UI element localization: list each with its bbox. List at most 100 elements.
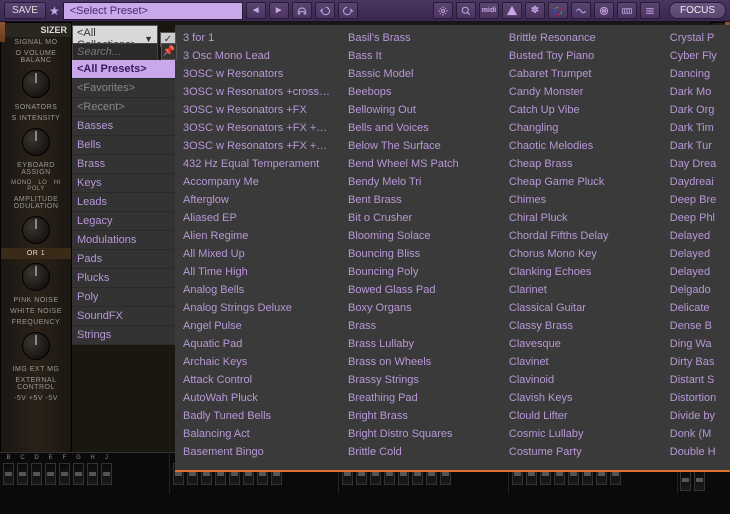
resonator-knob[interactable] [22,128,50,156]
preset-item[interactable]: Attack Control [175,371,340,389]
preset-item[interactable]: Ding Wa [662,335,730,353]
search-input[interactable] [72,43,158,61]
preset-item[interactable]: Clavish Keys [501,389,662,407]
preset-item[interactable]: Delayed [662,245,730,263]
preset-item[interactable]: Badly Tuned Bells [175,407,340,425]
preset-item[interactable]: Cyber Fly [662,47,730,65]
preset-item[interactable]: Bright Distro Squares [340,425,501,443]
preset-item[interactable]: Chaotic Melodies [501,137,662,155]
preset-item[interactable]: Delayed [662,227,730,245]
preset-item[interactable]: Below The Surface [340,137,501,155]
preset-item[interactable]: 3OSC w Resonators +FX [175,101,340,119]
category-item[interactable]: Poly [72,288,175,307]
preset-item[interactable]: Analog Strings Deluxe [175,299,340,317]
category-item[interactable]: Leads [72,193,175,212]
menu-icon[interactable] [640,2,660,19]
preset-item[interactable]: Breathing Pad [340,389,501,407]
preset-item[interactable]: Blooming Solace [340,227,501,245]
redo-icon[interactable] [338,2,358,19]
preset-item[interactable]: 3 for 1 [175,29,340,47]
preset-item[interactable]: Cabaret Trumpet [501,65,662,83]
preset-item[interactable]: Deep Bre [662,191,730,209]
patch-fader[interactable] [31,463,42,485]
preset-item[interactable]: Cheap Game Pluck [501,173,662,191]
preset-item[interactable]: Dirty Bas [662,353,730,371]
preset-item[interactable]: Bassic Model [340,65,501,83]
preset-item[interactable]: Chorus Mono Key [501,245,662,263]
focus-button[interactable]: FOCUS [669,2,726,19]
preset-item[interactable]: Chiral Pluck [501,209,662,227]
preset-item[interactable]: Dense B [662,317,730,335]
preset-item[interactable]: Classical Guitar [501,299,662,317]
patch-fader[interactable] [73,463,84,485]
category-item[interactable]: <Favorites> [72,79,175,98]
settings-gear-icon[interactable] [433,2,453,19]
color-icon[interactable] [548,2,568,19]
headphones-icon[interactable] [292,2,312,19]
favorite-star-icon[interactable]: ★ [49,4,60,18]
preset-item[interactable]: Deep Phl [662,209,730,227]
prev-preset-button[interactable]: ◄ [246,2,266,19]
preset-item[interactable]: 3OSC w Resonators +FX +VCF_cc... [175,137,340,155]
preset-item[interactable]: Brittle Resonance [501,29,662,47]
save-button[interactable]: SAVE [4,2,46,19]
mod-wheel-fader[interactable] [694,469,705,491]
preset-item[interactable]: Bent Brass [340,191,501,209]
preset-item[interactable]: 3OSC w Resonators [175,65,340,83]
preset-item[interactable]: Bendy Melo Tri [340,173,501,191]
preset-item[interactable]: Costume Party [501,443,662,461]
preset-item[interactable]: Clarinet [501,281,662,299]
warning-icon[interactable]: ! [502,2,522,19]
preset-item[interactable]: Chordal Fifths Delay [501,227,662,245]
category-item[interactable]: SoundFX [72,307,175,326]
preset-item[interactable]: Bright Brass [340,407,501,425]
preset-item[interactable]: Bellowing Out [340,101,501,119]
category-item[interactable]: Keys [72,174,175,193]
preset-item[interactable]: Busted Toy Piano [501,47,662,65]
preset-item[interactable]: Accompany Me [175,173,340,191]
category-item[interactable]: Modulations [72,231,175,250]
preset-item[interactable]: Dark Org [662,101,730,119]
preset-item[interactable]: Clavinet [501,353,662,371]
preset-item[interactable]: Changling [501,119,662,137]
preset-item[interactable]: Clould Lifter [501,407,662,425]
next-preset-button[interactable]: ► [269,2,289,19]
preset-item[interactable]: Delgado [662,281,730,299]
midi-icon[interactable]: midi [479,2,499,19]
preset-item[interactable]: Brass [340,317,501,335]
preset-item[interactable]: Aliased EP [175,209,340,227]
preset-item[interactable]: Donk (M [662,425,730,443]
preset-item[interactable]: Bowed Glass Pad [340,281,501,299]
category-item[interactable]: Bells [72,136,175,155]
preset-item[interactable]: Cosmic Lullaby [501,425,662,443]
preset-item[interactable]: Candy Monster [501,83,662,101]
preset-item[interactable]: Classy Brass [501,317,662,335]
preset-item[interactable]: Bit o Crusher [340,209,501,227]
preset-item[interactable]: Beebops [340,83,501,101]
preset-item[interactable]: Clavinoid [501,371,662,389]
volume-knob[interactable] [22,70,50,98]
preset-item[interactable]: Balancing Act [175,425,340,443]
pitch-bend-fader[interactable] [680,469,691,491]
patch-fader[interactable] [59,463,70,485]
osc1-knob[interactable] [22,263,50,291]
preset-item[interactable]: Double H [662,443,730,461]
preset-item[interactable]: Bass It [340,47,501,65]
patch-fader[interactable] [45,463,56,485]
patch-fader[interactable] [87,463,98,485]
preset-item[interactable]: Bells and Voices [340,119,501,137]
globe-icon[interactable] [594,2,614,19]
preset-item[interactable]: Day Drea [662,155,730,173]
freq-knob[interactable] [22,332,50,360]
scrollbar-horizontal[interactable] [175,470,730,472]
preset-item[interactable]: Aquatic Pad [175,335,340,353]
preset-item[interactable]: Catch Up Vibe [501,101,662,119]
patch-fader[interactable] [17,463,28,485]
preset-item[interactable]: Clavesque [501,335,662,353]
preset-item[interactable]: Divide by [662,407,730,425]
preset-item[interactable]: Chimes [501,191,662,209]
preset-item[interactable]: Basement Bingo [175,443,340,461]
preset-item[interactable]: Analog Bells [175,281,340,299]
preset-item[interactable]: Daydreai [662,173,730,191]
preset-item[interactable]: 3OSC w Resonators +FX +VCF_cc... [175,119,340,137]
